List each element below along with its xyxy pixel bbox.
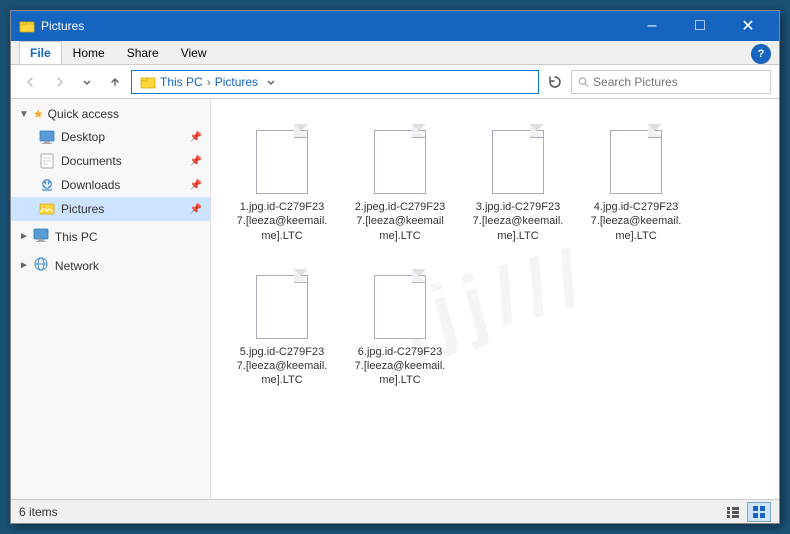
file-name: 2.jpeg.id-C279F237.[leeza@keemailme].LTC [354, 200, 446, 243]
sidebar-section-network: ► Network [11, 252, 210, 279]
close-button[interactable]: ✕ [725, 11, 771, 41]
file-name: 6.jpg.id-C279F237.[leeza@keemail.me].LTC [354, 345, 446, 388]
sidebar-item-pictures[interactable]: Pictures 📌 [11, 197, 210, 221]
minimize-button[interactable]: – [629, 11, 675, 41]
forward-button[interactable] [47, 70, 71, 94]
file-item[interactable]: 3.jpg.id-C279F237.[leeza@keemail.me].LTC [463, 115, 573, 252]
address-path[interactable]: This PC › Pictures [131, 70, 539, 94]
sidebar-header-this-pc[interactable]: ► This PC [11, 223, 210, 250]
sidebar-item-documents[interactable]: Documents 📌 [11, 149, 210, 173]
file-item[interactable]: 5.jpg.id-C279F237.[leeza@keemail.me].LTC [227, 260, 337, 397]
maximize-button[interactable]: □ [677, 11, 723, 41]
sidebar-section-this-pc: ► This PC [11, 223, 210, 250]
desktop-icon [39, 129, 55, 145]
sidebar-header-quick-access[interactable]: ▼ ★ Quick access [11, 103, 210, 125]
file-explorer-window: Pictures – □ ✕ File Home Share View ? [10, 10, 780, 524]
file-name: 1.jpg.id-C279F237.[leeza@keemail.me].LTC [236, 200, 328, 243]
sidebar-item-downloads[interactable]: Downloads 📌 [11, 173, 210, 197]
sidebar-header-network[interactable]: ► Network [11, 252, 210, 279]
downloads-icon [39, 177, 55, 193]
up-button[interactable] [103, 70, 127, 94]
pin-icon-docs: 📌 [190, 156, 202, 167]
icon-view-button[interactable] [747, 502, 771, 522]
back-button[interactable] [19, 70, 43, 94]
file-icon [370, 269, 430, 339]
file-name: 3.jpg.id-C279F237.[leeza@keemail.me].LTC [472, 200, 564, 243]
documents-icon [39, 153, 55, 169]
pictures-icon [39, 201, 55, 217]
list-view-button[interactable] [721, 502, 745, 522]
search-icon [578, 76, 589, 88]
window-icon [19, 18, 35, 34]
view-controls [721, 502, 771, 522]
tab-home[interactable]: Home [62, 41, 116, 64]
sidebar-label-downloads: Downloads [61, 178, 120, 192]
file-icon [370, 124, 430, 194]
chevron-right-icon: ► [19, 231, 29, 242]
pin-icon-dl: 📌 [190, 180, 202, 191]
path-pictures[interactable]: Pictures [215, 75, 258, 89]
search-box[interactable] [571, 70, 771, 94]
pin-icon-pics: 📌 [190, 204, 202, 215]
tab-file[interactable]: File [19, 41, 62, 64]
file-icon [252, 269, 312, 339]
sidebar-label-pictures: Pictures [61, 202, 104, 216]
sidebar-label-quick-access: Quick access [48, 107, 119, 121]
file-name: 5.jpg.id-C279F237.[leeza@keemail.me].LTC [236, 345, 328, 388]
file-item[interactable]: 2.jpeg.id-C279F237.[leeza@keemailme].LTC [345, 115, 455, 252]
file-icon [252, 124, 312, 194]
file-icon [488, 124, 548, 194]
file-area: jjj/// 1.jpg.id-C279F237.[leeza@keemail.… [211, 99, 779, 499]
path-this-pc[interactable]: This PC [160, 75, 203, 89]
sidebar-label-documents: Documents [61, 154, 122, 168]
status-bar: 6 items [11, 499, 779, 523]
star-icon: ★ [33, 107, 44, 121]
file-name: 4.jpg.id-C279F237.[leeza@keemail.me].LTC [590, 200, 682, 243]
sidebar-label-this-pc: This PC [55, 230, 98, 244]
item-count: 6 items [19, 505, 58, 519]
chevron-right-icon-net: ► [19, 260, 29, 271]
main-area: ▼ ★ Quick access Desktop 📌 Documents [11, 99, 779, 499]
window-controls: – □ ✕ [629, 11, 771, 41]
network-icon [33, 256, 49, 275]
help-button[interactable]: ? [751, 44, 771, 64]
title-bar: Pictures – □ ✕ [11, 11, 779, 41]
search-input[interactable] [593, 75, 764, 89]
refresh-button[interactable] [543, 70, 567, 94]
sidebar-item-desktop[interactable]: Desktop 📌 [11, 125, 210, 149]
this-pc-icon [33, 227, 49, 246]
address-bar: This PC › Pictures [11, 65, 779, 99]
chevron-down-icon: ▼ [19, 109, 29, 120]
tab-view[interactable]: View [170, 41, 218, 64]
dropdown-button[interactable] [75, 70, 99, 94]
window-title: Pictures [41, 19, 629, 33]
ribbon-tabs: File Home Share View ? [11, 41, 779, 65]
tab-share[interactable]: Share [116, 41, 170, 64]
file-icon [606, 124, 666, 194]
sidebar-label-network: Network [55, 259, 99, 273]
file-item[interactable]: 1.jpg.id-C279F237.[leeza@keemail.me].LTC [227, 115, 337, 252]
sidebar-label-desktop: Desktop [61, 130, 105, 144]
file-item[interactable]: 4.jpg.id-C279F237.[leeza@keemail.me].LTC [581, 115, 691, 252]
file-item[interactable]: 6.jpg.id-C279F237.[leeza@keemail.me].LTC [345, 260, 455, 397]
sidebar-section-quick-access: ▼ ★ Quick access Desktop 📌 Documents [11, 103, 210, 221]
pin-icon: 📌 [190, 132, 202, 143]
sidebar: ▼ ★ Quick access Desktop 📌 Documents [11, 99, 211, 499]
